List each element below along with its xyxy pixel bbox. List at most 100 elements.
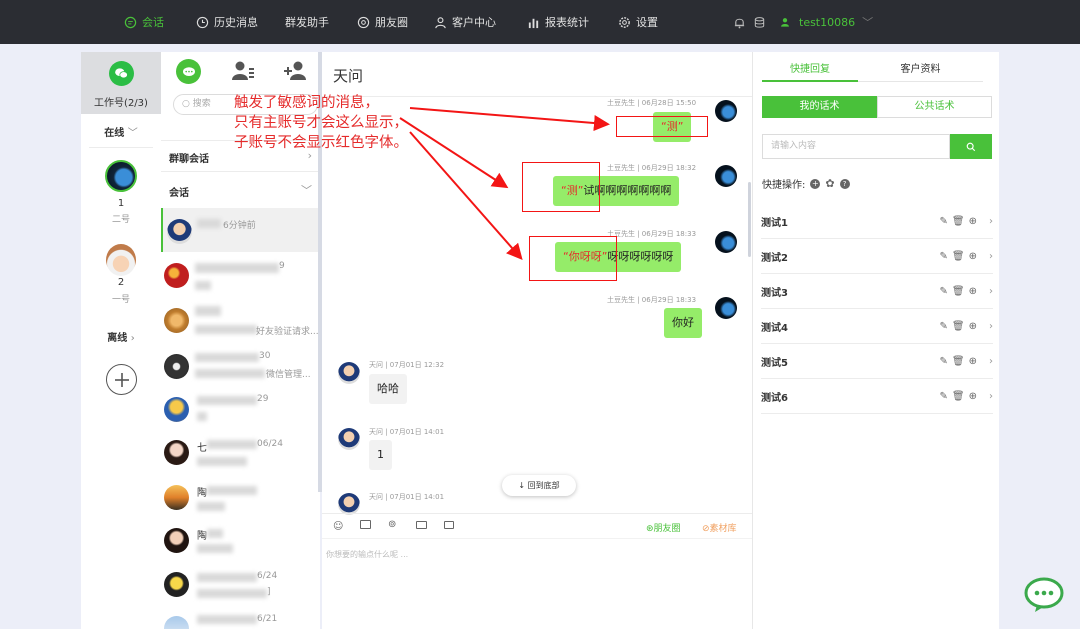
quick-reply-search-button[interactable]	[950, 134, 992, 159]
materials-button[interactable]: ⊘素材库	[702, 521, 737, 534]
nav-settings[interactable]: 设置	[618, 0, 658, 44]
edit-icon[interactable]: ✎	[940, 391, 948, 402]
list-item[interactable]: 陶	[161, 526, 320, 571]
quick-reply-title: 测试6	[761, 392, 788, 404]
subtab-my-scripts[interactable]: 我的话术	[762, 96, 877, 118]
nav-moments[interactable]: 朋友圈	[357, 0, 408, 44]
add-icon[interactable]: ⊕	[969, 391, 977, 402]
edit-icon[interactable]: ✎	[940, 286, 948, 297]
add-icon[interactable]: ⊕	[969, 251, 977, 262]
add-icon[interactable]: ⊕	[969, 321, 977, 332]
add-circle-icon[interactable]: +	[810, 178, 821, 189]
search-icon	[966, 142, 976, 151]
list-item[interactable]: 30 微信管理...	[161, 348, 320, 396]
add-account-button[interactable]	[106, 364, 137, 395]
avatar	[164, 440, 189, 465]
edit-icon[interactable]: ✎	[940, 321, 948, 332]
account-avatar-2[interactable]	[106, 244, 136, 276]
add-friend-tab[interactable]	[283, 60, 309, 85]
chevron-right-icon[interactable]: ›	[989, 216, 993, 227]
image-icon[interactable]	[360, 520, 371, 529]
quick-operations: 快捷操作: + ✿ ?	[762, 176, 850, 191]
list-item[interactable]: 好友验证请求...	[161, 300, 320, 348]
tab-quick-reply[interactable]: 快捷回复	[762, 60, 858, 82]
list-item-selected[interactable]: 6分钟前	[161, 208, 320, 252]
avatar	[164, 528, 189, 553]
name-label: 陶	[197, 531, 207, 542]
account-name: 一号	[111, 295, 130, 305]
list-item[interactable]: 陶	[161, 482, 320, 527]
subtab-public-scripts[interactable]: 公共话术	[877, 96, 992, 118]
screenshot-icon[interactable]: ⊚	[388, 519, 396, 530]
edit-icon[interactable]: ✎	[940, 356, 948, 367]
quick-reply-item[interactable]: 测试2 ✎ 🗑 ⊕ ›	[761, 239, 993, 274]
avatar	[338, 362, 360, 384]
chat-scrollbar[interactable]	[748, 182, 751, 257]
message-meta: 天问 | 07月01日 12:32	[369, 361, 445, 369]
delete-icon[interactable]: 🗑	[952, 321, 965, 332]
tab-customer-info[interactable]: 客户资料	[858, 60, 983, 82]
top-navigation-bar: 会话 历史消息 群发助手 朋友圈 客户中心 报表统计 设置 test10086 …	[0, 0, 1080, 44]
work-account-header[interactable]: 工作号(2/3)	[81, 52, 161, 114]
quick-reply-search-input[interactable]: 请输入内容	[762, 134, 950, 159]
online-label: 在线	[104, 128, 125, 139]
chats-tab[interactable]	[176, 59, 201, 84]
chevron-right-icon[interactable]: ›	[989, 356, 993, 367]
materials-icon: ⊘	[702, 524, 710, 534]
delete-icon[interactable]: 🗑	[952, 391, 965, 402]
online-toggle[interactable]: 在线 ﹀	[81, 124, 161, 139]
edit-icon[interactable]: ✎	[940, 216, 948, 227]
moments-button[interactable]: ⊛朋友圈	[646, 521, 681, 534]
contacts-tab[interactable]	[231, 60, 255, 85]
chevron-right-icon[interactable]: ›	[989, 251, 993, 262]
list-item[interactable]: 6/24 ]	[161, 568, 320, 613]
list-item[interactable]: 29	[161, 394, 320, 439]
quick-reply-title: 测试1	[761, 217, 788, 229]
quick-reply-item[interactable]: 测试5 ✎ 🗑 ⊕ ›	[761, 344, 993, 379]
chevron-right-icon[interactable]: ›	[989, 286, 993, 297]
video-icon[interactable]	[444, 521, 454, 529]
edit-icon[interactable]: ✎	[940, 251, 948, 262]
moments-icon: ⊛	[646, 524, 654, 534]
account-avatar-1[interactable]	[105, 160, 137, 192]
list-item[interactable]: 6/21	[161, 610, 320, 629]
chevron-right-icon[interactable]: ›	[989, 391, 993, 402]
chevron-right-icon[interactable]: ›	[989, 321, 993, 332]
settings-icon[interactable]: ✿	[825, 177, 834, 190]
delete-icon[interactable]: 🗑	[952, 356, 965, 367]
help-icon[interactable]: ?	[839, 178, 850, 189]
offline-toggle[interactable]: 离线 ›	[81, 329, 161, 344]
time-label: 30	[259, 351, 271, 361]
nav-broadcast[interactable]: 群发助手	[285, 0, 329, 44]
bell-button[interactable]	[733, 0, 746, 44]
moments-label: 朋友圈	[653, 524, 681, 534]
nav-customers[interactable]: 客户中心	[434, 0, 496, 44]
nav-reports[interactable]: 报表统计	[527, 0, 589, 44]
list-item[interactable]: 9	[161, 255, 320, 300]
delete-icon[interactable]: 🗑	[952, 286, 965, 297]
blurred-name	[195, 353, 259, 362]
message-input[interactable]: 你想要的输点什么呢 ...	[326, 549, 408, 560]
user-icon	[781, 18, 789, 27]
user-menu[interactable]: test10086 ﹀	[780, 0, 873, 44]
nav-history[interactable]: 历史消息	[196, 0, 258, 44]
preview-label: 微信管理...	[266, 370, 311, 380]
session-section-header[interactable]: 会话 ﹀	[161, 174, 320, 206]
emoji-icon[interactable]: ☺	[333, 521, 343, 532]
add-icon[interactable]: ⊕	[969, 216, 977, 227]
list-item[interactable]: 七 06/24	[161, 436, 320, 482]
add-icon[interactable]: ⊕	[969, 356, 977, 367]
database-button[interactable]	[753, 0, 766, 44]
back-to-bottom-button[interactable]: ↓ 回到底部	[502, 475, 576, 496]
delete-icon[interactable]: 🗑	[952, 216, 965, 227]
quick-reply-item[interactable]: 测试4 ✎ 🗑 ⊕ ›	[761, 309, 993, 344]
support-chat-widget[interactable]	[1023, 575, 1065, 615]
folder-icon[interactable]	[416, 521, 427, 529]
add-icon[interactable]: ⊕	[969, 286, 977, 297]
avatar	[167, 219, 192, 244]
quick-reply-item[interactable]: 测试3 ✎ 🗑 ⊕ ›	[761, 274, 993, 309]
quick-reply-item[interactable]: 测试6 ✎ 🗑 ⊕ ›	[761, 379, 993, 414]
nav-sessions[interactable]: 会话	[124, 0, 164, 44]
delete-icon[interactable]: 🗑	[952, 251, 965, 262]
quick-reply-item[interactable]: 测试1 ✎ 🗑 ⊕ ›	[761, 204, 993, 239]
